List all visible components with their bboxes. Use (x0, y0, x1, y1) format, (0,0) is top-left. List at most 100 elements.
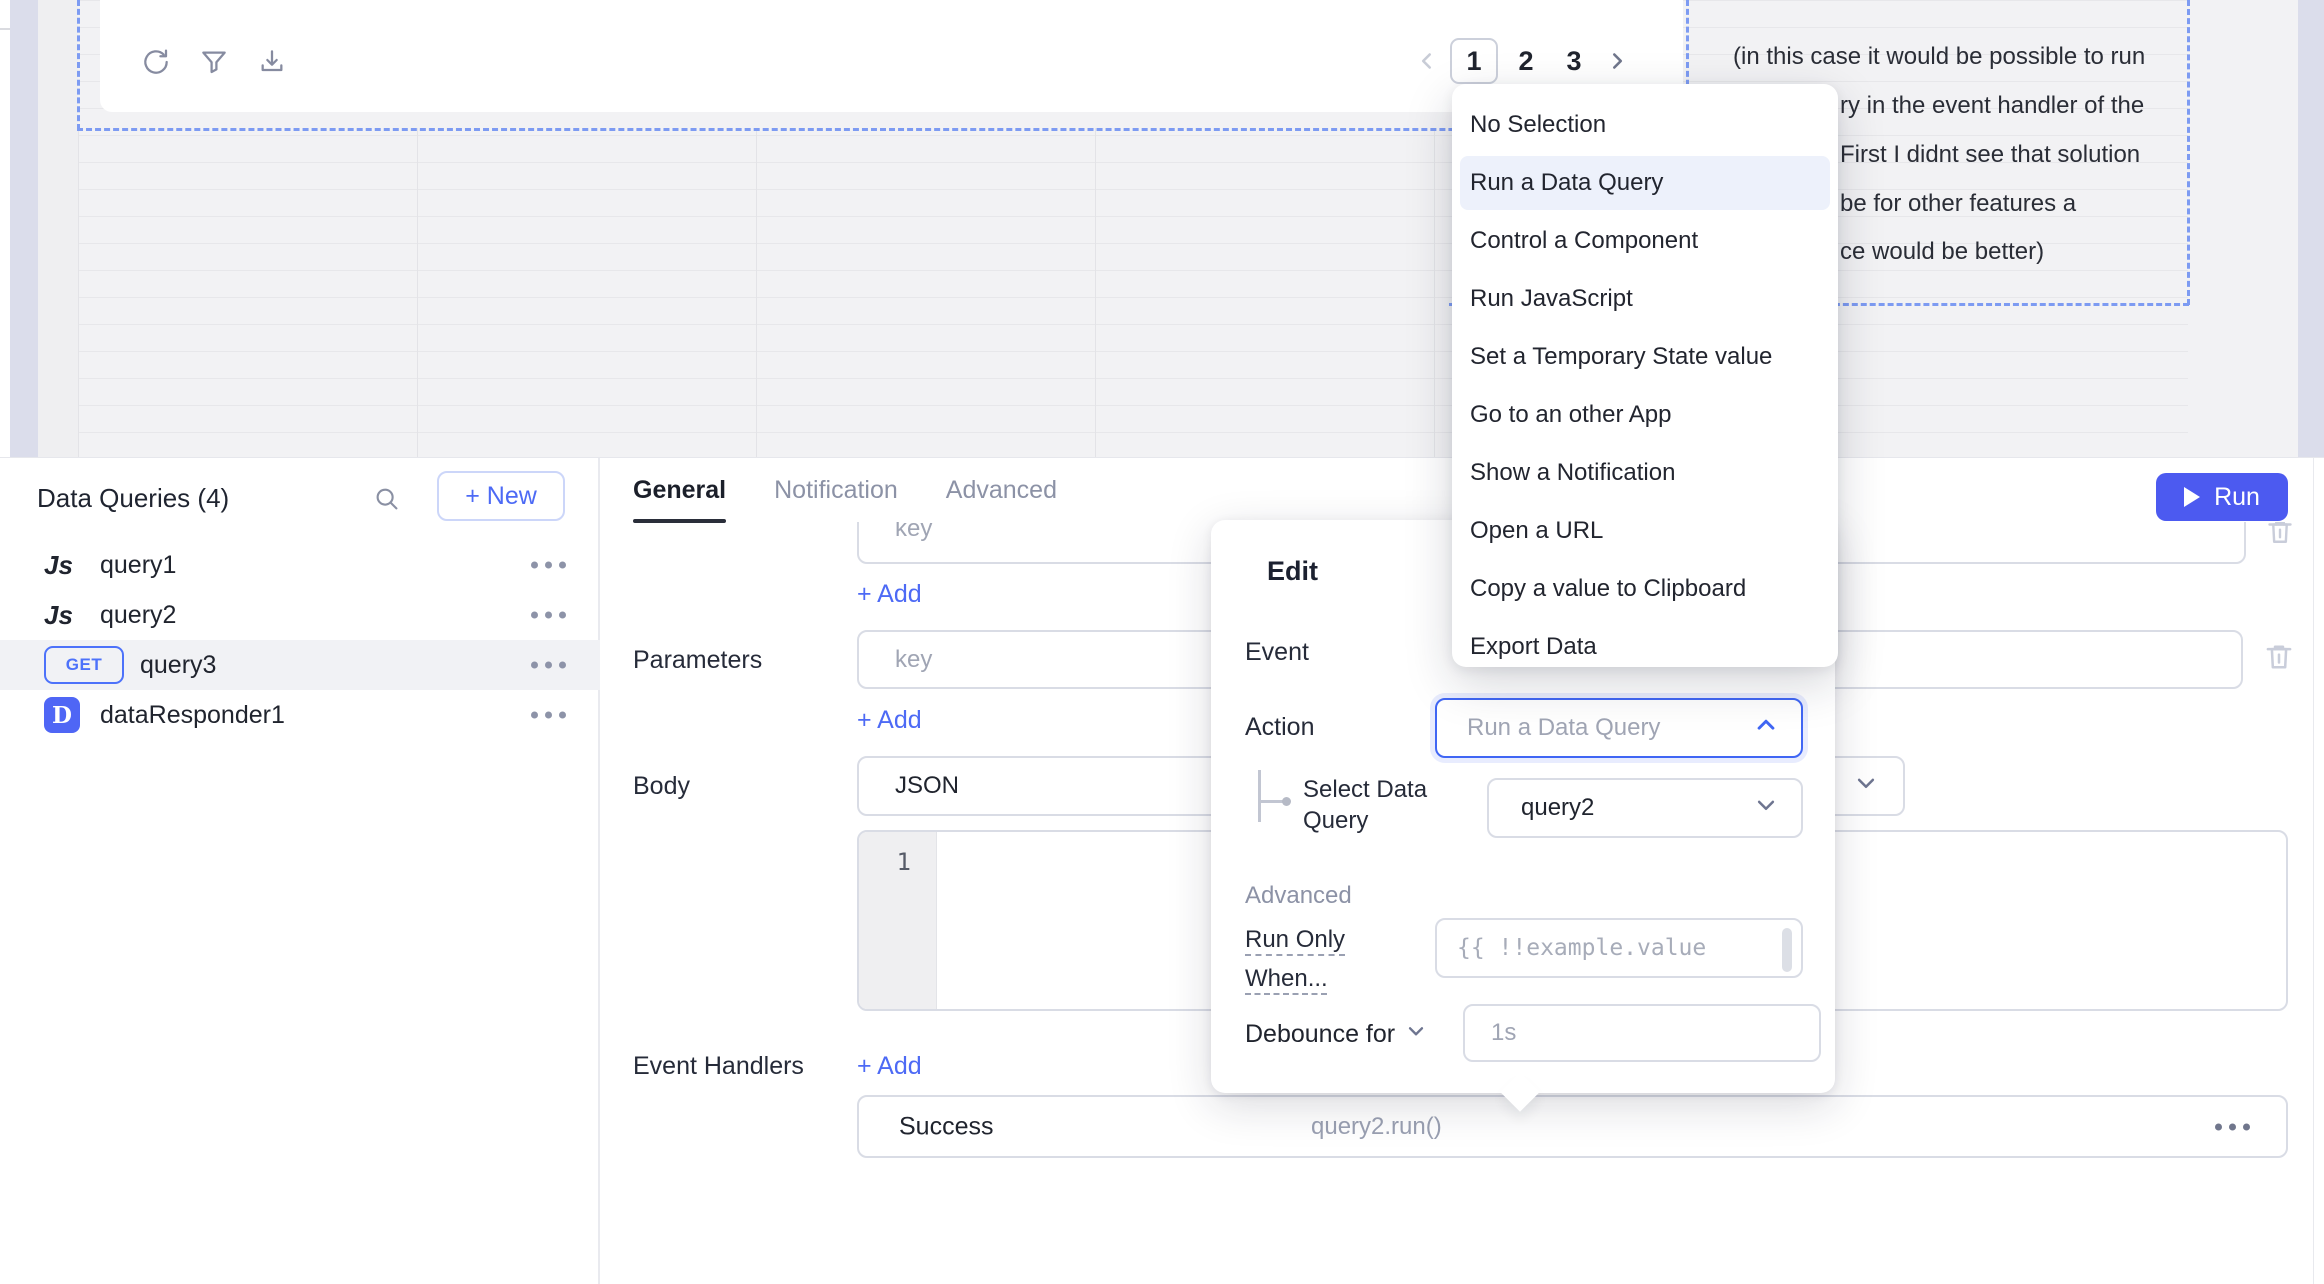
handler-event-name: Success (899, 1112, 993, 1141)
more-options-icon[interactable] (531, 612, 566, 619)
run-only-when-label: Run Only When... (1245, 920, 1385, 998)
trash-icon-clipped[interactable] (2262, 522, 2302, 554)
more-options-icon[interactable] (531, 712, 566, 719)
action-select-value: Run a Data Query (1467, 714, 1660, 742)
handler-action-summary: query2.run() (1311, 1113, 1442, 1141)
canvas-left-margin (10, 0, 38, 457)
input-scrollbar-thumb (1782, 928, 1792, 972)
add-parameter-link[interactable]: + Add (857, 706, 922, 735)
select-data-query-label: Select Data Query (1303, 774, 1473, 836)
event-handler-row[interactable]: Success query2.run() (857, 1095, 2288, 1158)
run-only-when-input[interactable]: {{ !!example.value (1435, 918, 1803, 978)
tab-general[interactable]: General (633, 476, 726, 523)
panel-scrollbar-track[interactable] (2313, 458, 2314, 1284)
chevron-right-icon[interactable] (1602, 46, 1632, 76)
run-only-when-placeholder: {{ !!example.value (1457, 935, 1706, 961)
advanced-section-label: Advanced (1245, 882, 1352, 910)
text-widget-line: First I didnt see that solution (1840, 141, 2140, 169)
run-button-label: Run (2214, 483, 2260, 512)
query-row-query3[interactable]: GETquery3 (0, 640, 600, 690)
menu-item-export-data[interactable]: Export Data (1460, 620, 1830, 674)
filter-icon[interactable] (198, 46, 230, 78)
chevron-up-icon (1751, 710, 1781, 747)
canvas-right-area (2188, 0, 2298, 457)
menu-item-run-javascript[interactable]: Run JavaScript (1460, 272, 1830, 326)
editor-gutter: 1 (859, 832, 937, 1009)
body-label: Body (633, 772, 690, 801)
new-query-button[interactable]: + New (437, 471, 565, 521)
data-query-select[interactable]: query2 (1487, 778, 1803, 838)
query-row-dataResponder1[interactable]: DdataResponder1 (0, 690, 600, 740)
download-icon[interactable] (256, 46, 288, 78)
play-icon (2184, 487, 2200, 507)
query-row-query1[interactable]: Jsquery1 (0, 540, 600, 590)
action-label: Action (1245, 713, 1314, 742)
javascript-icon: Js (44, 550, 100, 581)
data-query-value: query2 (1521, 794, 1594, 822)
more-options-icon[interactable] (2215, 1123, 2250, 1130)
query-list: Jsquery1Jsquery2GETquery3DdataResponder1 (0, 540, 600, 740)
text-selection-border-right (2187, 0, 2190, 305)
body-type-value: JSON (895, 772, 959, 800)
javascript-icon: Js (44, 600, 100, 631)
debounce-label-text: Debounce for (1245, 1020, 1395, 1049)
branch-icon (1258, 770, 1292, 822)
chevron-down-icon (1403, 1018, 1429, 1051)
chevron-left-icon[interactable] (1412, 46, 1442, 76)
canvas-gutter (38, 0, 78, 457)
action-menu: No SelectionRun a Data QueryControl a Co… (1452, 84, 1838, 667)
run-query-button[interactable]: Run (2156, 473, 2288, 521)
add-key-link[interactable]: + Add (857, 580, 922, 609)
more-options-icon[interactable] (531, 662, 566, 669)
chevron-down-icon (1751, 790, 1781, 827)
add-event-handler-link[interactable]: + Add (857, 1052, 922, 1081)
menu-item-run-a-data-query[interactable]: Run a Data Query (1460, 156, 1830, 210)
tab-notification[interactable]: Notification (774, 476, 898, 523)
event-handlers-label: Event Handlers (633, 1052, 804, 1081)
editor-tabs: General Notification Advanced (633, 476, 1057, 523)
page-button-1[interactable]: 1 (1450, 38, 1498, 84)
query-name: query2 (100, 601, 176, 630)
key-input-placeholder: key (895, 522, 932, 543)
tab-advanced[interactable]: Advanced (946, 476, 1057, 523)
text-widget-line: ry in the event handler of the (1840, 92, 2144, 120)
queries-sidebar: Data Queries (4) + New Jsquery1Jsquery2G… (0, 458, 600, 1284)
menu-item-control-a-component[interactable]: Control a Component (1460, 214, 1830, 268)
app-canvas: 123 (in this case it would be possible t… (0, 0, 2324, 457)
parameters-label: Parameters (633, 646, 762, 675)
menu-item-open-a-url[interactable]: Open a URL (1460, 504, 1830, 558)
action-select[interactable]: Run a Data Query (1435, 698, 1803, 758)
left-edge (0, 0, 10, 457)
page-button-3[interactable]: 3 (1554, 38, 1594, 84)
popover-title: Edit (1267, 556, 1318, 587)
menu-item-set-a-temporary-state-value[interactable]: Set a Temporary State value (1460, 330, 1830, 384)
text-widget-line: be for other features a (1840, 190, 2076, 218)
table-footer-toolbar (140, 46, 288, 78)
query-name: query1 (100, 551, 176, 580)
menu-item-copy-a-value-to-clipboard[interactable]: Copy a value to Clipboard (1460, 562, 1830, 616)
text-widget-line: ce would be better) (1840, 238, 2044, 266)
search-icon[interactable] (372, 484, 402, 519)
table-selection-border-left (77, 0, 80, 130)
datasource-icon: D (44, 697, 80, 733)
event-label: Event (1245, 638, 1309, 667)
trash-icon[interactable] (2260, 638, 2298, 681)
menu-item-no-selection[interactable]: No Selection (1460, 98, 1830, 152)
menu-item-go-to-an-other-app[interactable]: Go to an other App (1460, 388, 1830, 442)
page-button-2[interactable]: 2 (1506, 38, 1546, 84)
menu-item-show-a-notification[interactable]: Show a Notification (1460, 446, 1830, 500)
query-name: query3 (140, 651, 216, 680)
debounce-label[interactable]: Debounce for (1245, 1018, 1429, 1051)
parameters-placeholder: key (895, 646, 932, 674)
left-edge-divider (0, 28, 10, 30)
refresh-icon[interactable] (140, 46, 172, 78)
query-row-query2[interactable]: Jsquery2 (0, 590, 600, 640)
text-widget-line: (in this case it would be possible to ru… (1733, 43, 2145, 71)
canvas-right-margin (2298, 0, 2324, 457)
query-panel: Data Queries (4) + New Jsquery1Jsquery2G… (0, 457, 2324, 1284)
debounce-input[interactable]: 1s (1463, 1004, 1821, 1062)
more-options-icon[interactable] (531, 562, 566, 569)
debounce-placeholder: 1s (1491, 1019, 1516, 1047)
pagination-pages: 123 (1450, 38, 1594, 84)
canvas-grid-columns (78, 128, 1686, 457)
